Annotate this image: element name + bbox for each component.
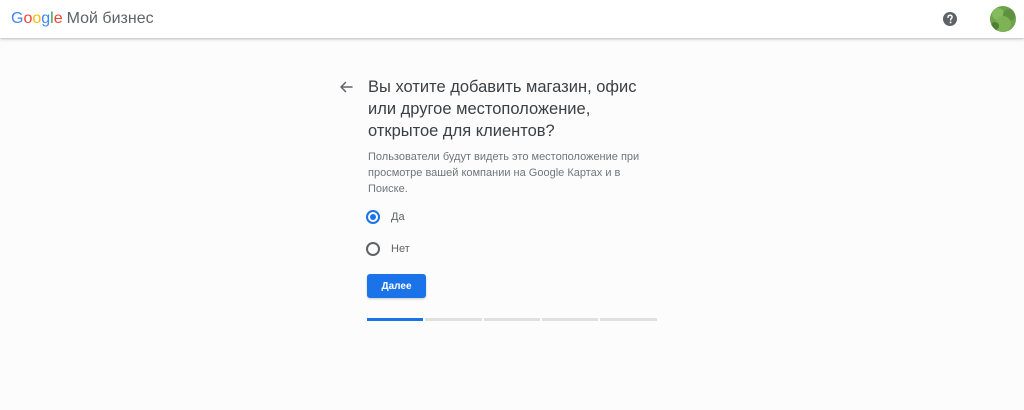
brand-logo[interactable]: Google Мой бизнес — [11, 9, 154, 29]
title-line: или другое местоположение, — [368, 100, 591, 118]
radio-option-no[interactable]: Нет — [366, 240, 410, 258]
progress-step-2 — [425, 318, 482, 321]
brand-letter: g — [41, 10, 51, 27]
radio-option-yes[interactable]: Да — [366, 208, 405, 226]
radio-no[interactable] — [366, 242, 380, 256]
description-line: Поиске. — [368, 183, 408, 195]
product-name: Мой бизнес — [66, 10, 154, 27]
progress-step-5 — [600, 318, 657, 321]
progress-step-4 — [542, 318, 598, 321]
user-avatar[interactable] — [990, 6, 1016, 32]
app-header: Google Мой бизнес — [0, 0, 1024, 38]
page-description: Пользователи будут видеть это местополож… — [368, 149, 658, 197]
description-line: Пользователи будут видеть это местополож… — [368, 151, 640, 163]
title-line: Вы хотите добавить магазин, офис — [368, 78, 637, 96]
description-line: просмотре вашей компании на Google Карта… — [368, 167, 621, 179]
radio-label-no: Нет — [391, 243, 410, 255]
progress-step-1 — [367, 318, 423, 321]
help-circle-icon[interactable] — [942, 11, 958, 27]
radio-label-yes: Да — [391, 211, 405, 223]
brand-letter: e — [53, 10, 63, 27]
avatar-image — [990, 6, 1016, 32]
brand-letter: G — [11, 10, 24, 27]
brand-letter: o — [32, 10, 42, 27]
next-button[interactable]: Далее — [367, 274, 426, 298]
radio-yes[interactable] — [366, 210, 380, 224]
progress-step-3 — [484, 318, 540, 321]
arrow-back-icon[interactable] — [338, 79, 354, 95]
title-line: открытое для клиентов? — [368, 122, 555, 140]
page-title: Вы хотите добавить магазин, офис или дру… — [368, 76, 668, 142]
